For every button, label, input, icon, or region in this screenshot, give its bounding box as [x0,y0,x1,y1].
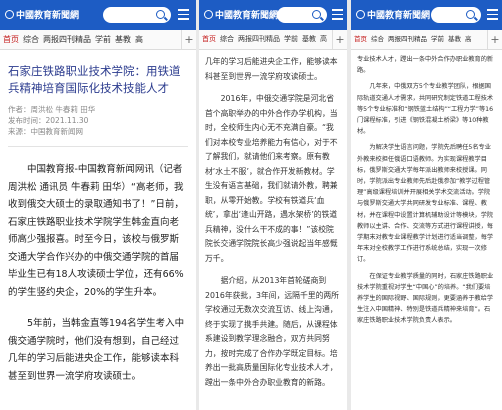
header-bar: 中國教育新聞網 [0,0,196,30]
article-body: 几年的学习后能进央企工作，能够读本科甚至到世界一流学府攻读硕士。 2016年，中… [199,55,347,390]
nav-item-featured[interactable]: 两报四刊精品 [43,35,91,44]
nav-more-plus-icon[interactable]: + [487,30,502,49]
search-icon[interactable] [156,10,165,19]
search-box[interactable] [431,7,481,23]
article-paragraph: 专业技术人才，蹚出一条中外合作办职业教育的新路。 [357,56,494,75]
article-paragraph: 为解决学生语言问题，学院先后聘任5名专业外教来校担任俄语口语教师。为实现课程教学… [357,144,494,264]
nav-item-higher-edu[interactable]: 高 [320,35,327,43]
article-paragraph: 在保证专业教学质量的同时，石家庄铁路职业技术学院重视对学生“中国心”的培养。“我… [357,272,494,325]
nav-item-home[interactable]: 首页 [3,35,19,44]
article-title: 石家庄铁路职业技术学院：用铁道兵精神培育国际化技术技能人才 [8,64,181,95]
article-paragraph: 几年的学习后能进央企工作，能够读本科甚至到世界一流学府攻读硕士。 [205,57,338,81]
phone-screen-3: 中國教育新聞網 首页 综合 两报四刊精品 学前 基教高 + 专业技术人才，蹚出一条中外合… [351,0,502,410]
nav-more-plus-icon[interactable]: + [181,30,196,49]
channel-nav: 首页 综合 两报四刊精品 学前 基教高 + [0,30,196,50]
article-source: 来源：中国教育新闻网 [8,127,83,136]
channel-nav: 首页 综合 两报四刊精品 学前 基教高 + [199,30,347,50]
divider [8,146,188,147]
site-logo[interactable]: 中國教育新聞網 [5,8,79,21]
nav-item-higher-edu[interactable]: 高 [135,35,143,44]
logo-emblem-icon [204,10,213,19]
site-logo[interactable]: 中國教育新聞網 [356,8,430,21]
nav-item-higher-edu[interactable]: 高 [465,35,472,43]
article-paragraph: 几年来，中俄双方5个专业教学团队，根据国际轨道交通人才需求，共同研究制定铁道工程… [357,83,494,136]
search-icon[interactable] [312,10,321,19]
hamburger-menu-icon[interactable] [178,9,189,21]
nav-item-general[interactable]: 综合 [220,35,234,43]
header-bar: 中國教育新聞網 [199,0,347,30]
phone-screen-2: 中國教育新聞網 首页 综合 两报四刊精品 学前 基教高 + 几年的学习后能进央企工作，能… [199,0,347,410]
nav-item-general[interactable]: 综合 [371,35,384,43]
header-bar: 中國教育新聞網 [351,0,502,30]
hamburger-menu-icon[interactable] [487,9,498,21]
search-icon[interactable] [466,10,475,19]
search-box[interactable] [277,7,327,23]
article-paragraph: 5年前，当韩金直等194名学生考入中俄交通学院时，他们没有想到，自己经过几年的学… [8,318,185,382]
phone-screen-1: 中國教育新聞網 首页 综合 两报四刊精品 学前 基教高 + 石家庄铁路职业技术学院：用铁… [0,0,196,410]
article-author: 作者：周洪松 牛春莉 田华 [8,105,96,114]
search-box[interactable] [103,7,171,23]
article-paragraph: 中国教育报-中国教育新闻网讯（记者 周洪松 通讯员 牛春莉 田华）“高老师，我收… [8,164,184,298]
nav-item-general[interactable]: 综合 [23,35,39,44]
logo-emblem-icon [5,10,14,19]
nav-item-home[interactable]: 首页 [202,35,216,43]
article-body: 石家庄铁路职业技术学院：用铁道兵精神培育国际化技术技能人才 作者：周洪松 牛春莉… [0,63,196,385]
nav-item-featured[interactable]: 两报四刊精品 [238,35,280,43]
logo-emblem-icon [356,10,365,19]
channel-nav: 首页 综合 两报四刊精品 学前 基教高 + [351,30,502,50]
nav-item-basic-edu[interactable]: 基教 [115,35,131,44]
nav-item-preschool[interactable]: 学前 [95,35,111,44]
article-date: 发布时间：2021.11.30 [8,116,89,125]
nav-item-preschool[interactable]: 学前 [431,35,444,43]
nav-item-basic-edu[interactable]: 基教 [302,35,316,43]
nav-item-preschool[interactable]: 学前 [284,35,298,43]
hamburger-menu-icon[interactable] [332,9,343,21]
nav-item-featured[interactable]: 两报四刊精品 [388,35,427,43]
article-paragraph: 据介绍，从2013年首轮磋商到2016年获批，3年间，远隔千里的两所学校通过无数… [205,276,339,387]
article-body: 专业技术人才，蹚出一条中外合作办职业教育的新路。 几年来，中俄双方5个专业教学团… [351,54,502,327]
article-paragraph: 2016年，中俄交通学院是河北省首个高职举办的中外合作办学机构，当时，全校师生内… [205,94,338,263]
nav-item-basic-edu[interactable]: 基教 [448,35,461,43]
site-logo[interactable]: 中國教育新聞網 [204,8,278,21]
nav-more-plus-icon[interactable]: + [332,30,347,49]
nav-item-home[interactable]: 首页 [354,35,367,43]
